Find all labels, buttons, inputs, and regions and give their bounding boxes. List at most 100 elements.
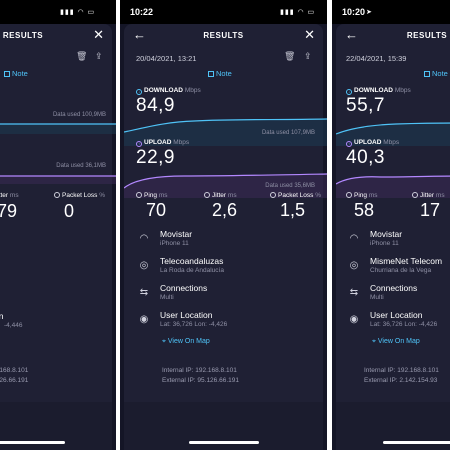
connections-icon: ⇆ (139, 287, 149, 298)
ping-icon (346, 192, 352, 198)
user-location-label: User Location (160, 310, 213, 320)
jitter-value: 17 (420, 200, 441, 220)
jitter-value: 2,6 (212, 200, 238, 220)
external-ip: External IP: 2.142.154.93 (364, 377, 438, 384)
connections-label: Connections (370, 283, 418, 293)
home-indicator (0, 441, 65, 444)
packet-loss-label: Packet Loss % (54, 192, 105, 199)
packet-loss-icon (270, 192, 276, 198)
internal-ip: Internal IP: 192.168.8.101 (162, 367, 237, 374)
lon-partial: -4,446 (4, 322, 23, 329)
upload-data-used: Data used 35,6MB (265, 183, 315, 189)
connections-value: Multi (160, 294, 174, 301)
ip-info: Internal IP: 192.168.8.101 External IP: … (364, 366, 439, 386)
download-data-used: Data used 100,9MB (52, 112, 106, 118)
back-arrow-icon[interactable]: ← (345, 27, 358, 42)
results-sheet: ← RESULTS 22/04/2021, 15:39 Note ↓ DOWNLO… (336, 24, 450, 450)
packet-loss-value: 1,5 (280, 200, 306, 220)
status-icons: ▮▮▮ ◠ ▭ (280, 9, 316, 16)
phone-screen-right: 10:20 ➤ ← RESULTS 22/04/2021, 15:39 Note… (332, 0, 450, 450)
globe-icon: ◎ (349, 260, 359, 271)
server-name: MismeNet Telecom (370, 256, 443, 266)
top-bar: ← RESULTS (336, 24, 450, 46)
packet-loss-label: Packet Loss % (270, 192, 321, 199)
results-sheet: RESULTS ✕ 🗑 ⇪ Note Data used 100,9MB Dat… (0, 24, 116, 450)
test-date: 20/04/2021, 13:21 (136, 54, 197, 63)
device-name: iPhone 11 (370, 240, 399, 247)
share-icon[interactable]: ⇪ (95, 51, 103, 62)
results-sheet: ← RESULTS ✕ 20/04/2021, 13:21 🗑 ⇪ Note ↓… (124, 24, 327, 450)
wifi-icon: ◠ (349, 233, 359, 244)
device-name: iPhone 11 (160, 240, 189, 247)
note-button[interactable]: Note (4, 69, 28, 78)
share-icon[interactable]: ⇪ (304, 51, 312, 62)
connections-label: Connections (160, 283, 208, 293)
download-data-used: Data used 107,9MB (261, 130, 315, 136)
server-location: Churriana de la Vega (370, 267, 432, 274)
download-label: ↓ DOWNLOAD Mbps (346, 87, 411, 95)
location-arrow-icon: ➤ (366, 9, 373, 16)
status-bar: 10:20 ➤ (332, 0, 450, 24)
view-on-map-link[interactable]: ⌖ View On Map (372, 338, 420, 346)
note-icon (424, 71, 430, 77)
jitter-value: ,79 (0, 201, 18, 221)
server-name: Telecoandaluzas (160, 256, 224, 266)
packet-loss-value: 0 (64, 201, 75, 221)
status-bar: 10:22 ▮▮▮ ◠ ▭ (120, 0, 327, 24)
connections-value: Multi (370, 294, 384, 301)
wifi-icon: ◠ (139, 233, 149, 244)
phone-screen-left: ▮▮▮ ◠ ▭ RESULTS ✕ 🗑 ⇪ Note Data used 100… (0, 0, 116, 450)
download-label: ↓ DOWNLOAD Mbps (136, 87, 201, 95)
close-icon[interactable]: ✕ (93, 27, 104, 43)
note-icon (208, 71, 214, 77)
note-icon (4, 71, 10, 77)
connections-icon: ⇆ (349, 287, 359, 298)
status-bar: ▮▮▮ ◠ ▭ (0, 0, 116, 24)
carrier-name: Movistar (370, 229, 403, 239)
phone-screen-middle: 10:22 ▮▮▮ ◠ ▭ ← RESULTS ✕ 20/04/2021, 13… (120, 0, 327, 450)
home-indicator (383, 441, 450, 444)
internal-ip: Internal IP: 192.168.8.101 (364, 367, 439, 374)
ping-value: 70 (146, 200, 167, 220)
lat-lon: Lat: 36,726 Lon: -4,426 (160, 321, 228, 328)
jitter-label: Jitter ms (204, 192, 237, 199)
trash-icon[interactable]: 🗑 (76, 51, 87, 62)
close-icon[interactable]: ✕ (304, 27, 315, 43)
user-location-label: User Location (370, 310, 423, 320)
page-title: RESULTS (203, 31, 244, 40)
location-label-partial: on (0, 311, 4, 321)
ping-label: Ping ms (136, 192, 168, 199)
ip-info-partial: 2.168.8.101 .126.66.191 (0, 367, 29, 384)
ip-info: Internal IP: 192.168.8.101 External IP: … (162, 366, 239, 386)
server-location: La Roda de Andalucía (160, 267, 224, 274)
lat-lon: Lat: 36,726 Lon: -4,426 (370, 321, 438, 328)
status-icons: ▮▮▮ ◠ ▭ (60, 9, 96, 16)
page-title: RESULTS (406, 31, 448, 40)
status-time: 10:20 (342, 7, 366, 17)
upload-label: ↑ UPLOAD Mbps (136, 139, 190, 147)
jitter-icon (412, 192, 418, 198)
jitter-label: Jitter ms (412, 192, 445, 199)
ping-label: Ping ms (346, 192, 378, 199)
jitter-icon (204, 192, 210, 198)
home-indicator (188, 441, 259, 444)
ping-icon (136, 192, 142, 198)
note-button[interactable]: Note (208, 69, 232, 78)
note-button[interactable]: Note (424, 69, 448, 78)
top-bar: RESULTS ✕ (0, 24, 112, 46)
user-icon: ◉ (139, 314, 149, 325)
jitter-label: Jitter ms (0, 192, 19, 199)
top-bar: ← RESULTS ✕ (124, 24, 323, 46)
carrier-name: Movistar (160, 229, 193, 239)
test-date: 22/04/2021, 15:39 (346, 54, 407, 63)
upload-data-used: Data used 36,1MB (56, 163, 106, 169)
view-on-map-link[interactable]: ⌖ View On Map (162, 338, 210, 346)
status-time: 10:22 (130, 7, 154, 17)
globe-icon: ◎ (139, 260, 149, 271)
user-icon: ◉ (349, 314, 359, 325)
packet-loss-icon (54, 192, 60, 198)
upload-label: ↑ UPLOAD Mbps (346, 139, 400, 147)
trash-icon[interactable]: 🗑 (284, 51, 295, 62)
ping-value: 58 (354, 200, 375, 220)
external-ip: External IP: 95.126.66.191 (162, 377, 239, 384)
